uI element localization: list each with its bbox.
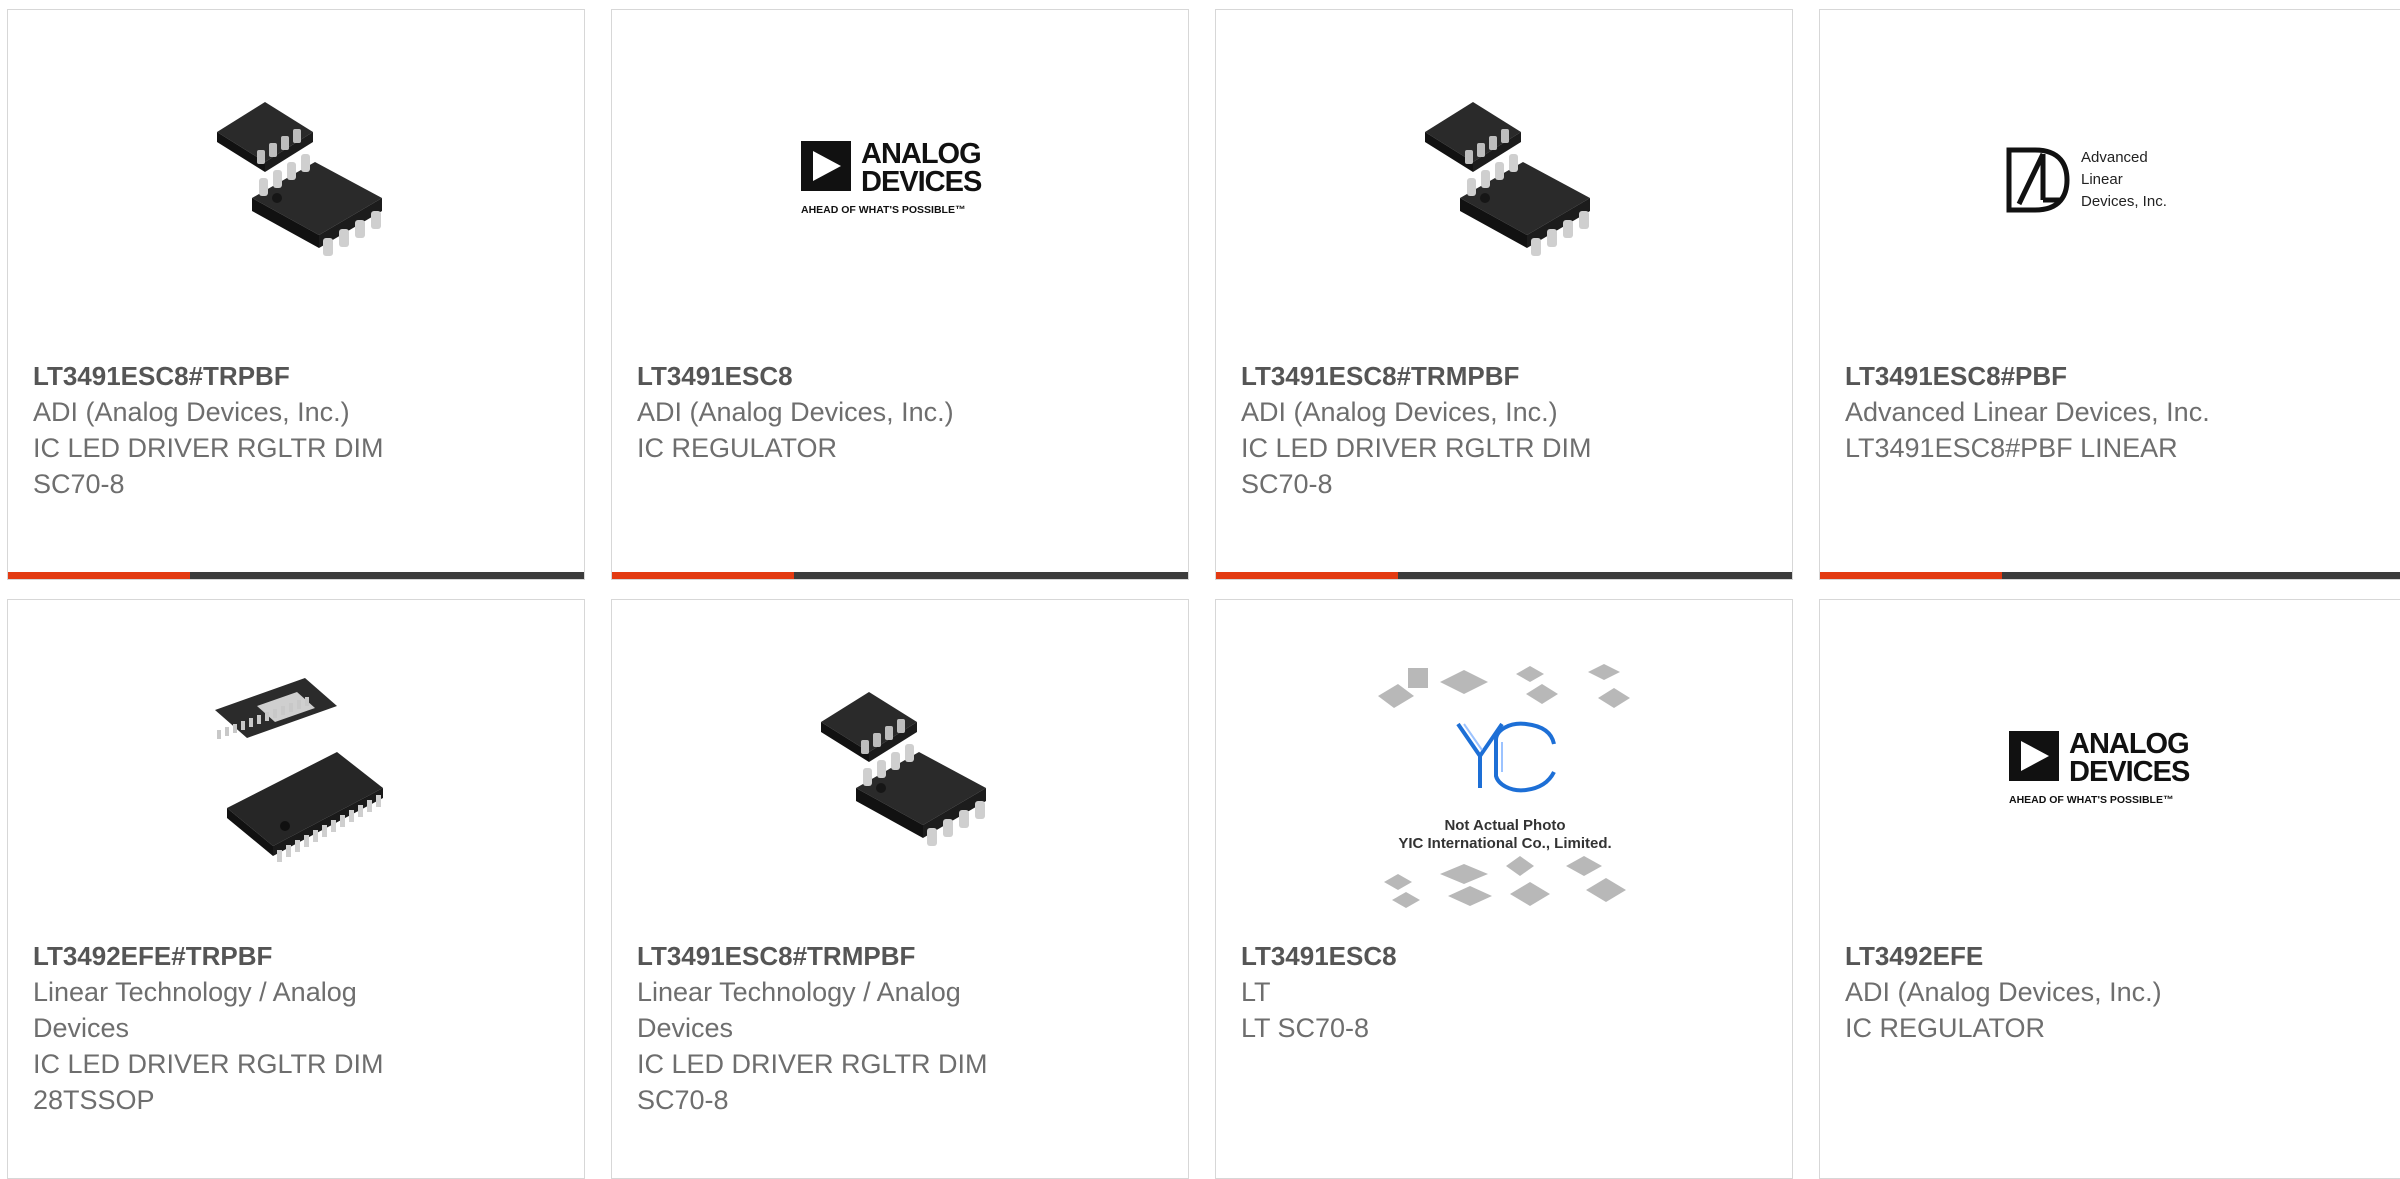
- svg-text:Advanced: Advanced: [2081, 149, 2148, 166]
- product-part-number[interactable]: LT3491ESC8#TRMPBF: [637, 938, 1163, 974]
- product-description: IC REGULATOR: [637, 433, 838, 463]
- product-grid: LT3491ESC8#TRPBF ADI (Analog Devices, In…: [0, 0, 2400, 1179]
- product-manufacturer: Advanced Linear Devices, Inc.: [1845, 397, 2210, 427]
- product-card[interactable]: Advanced Linear Devices, Inc. LT3491ESC8…: [1819, 9, 2400, 580]
- product-manufacturer: Linear Technology / Analog: [33, 977, 357, 1007]
- product-part-number[interactable]: LT3491ESC8#PBF: [1845, 358, 2375, 394]
- product-card[interactable]: ANALOG DEVICES AHEAD OF WHAT'S POSSIBLE™…: [611, 9, 1189, 580]
- soic8-package-icon: [821, 692, 986, 846]
- product-card[interactable]: LT3491ESC8#TRMPBF ADI (Analog Devices, I…: [1215, 9, 1793, 580]
- product-image: ANALOG DEVICES AHEAD OF WHAT'S POSSIBLE™: [792, 80, 1012, 280]
- svg-text:Not Actual Photo: Not Actual Photo: [1444, 817, 1565, 834]
- card-progress-accent: [612, 572, 794, 579]
- card-progress-accent: [8, 572, 190, 579]
- product-card[interactable]: LT3492EFE#TRPBF Linear Technology / Anal…: [7, 599, 585, 1179]
- product-part-number[interactable]: LT3491ESC8: [637, 358, 1163, 394]
- svg-text:AHEAD OF WHAT'S POSSIBLE™: AHEAD OF WHAT'S POSSIBLE™: [2009, 794, 2173, 806]
- card-progress-bar: [612, 572, 1188, 579]
- product-description: SC70-8: [33, 469, 125, 499]
- product-manufacturer: ADI (Analog Devices, Inc.): [1845, 977, 2162, 1007]
- product-description: IC LED DRIVER RGLTR DIM: [637, 1049, 988, 1079]
- product-part-number[interactable]: LT3492EFE#TRPBF: [33, 938, 559, 974]
- product-description: IC LED DRIVER RGLTR DIM: [33, 433, 384, 463]
- card-progress-bar: [8, 572, 584, 579]
- product-manufacturer: Devices: [33, 1013, 130, 1043]
- product-part-number[interactable]: LT3491ESC8#TRMPBF: [1241, 358, 1767, 394]
- analog-devices-logo: ANALOG DEVICES AHEAD OF WHAT'S POSSIBLE™: [801, 138, 983, 216]
- card-progress-accent: [1820, 572, 2002, 579]
- product-description: SC70-8: [637, 1085, 729, 1115]
- product-card[interactable]: LT3491ESC8#TRMPBF Linear Technology / An…: [611, 599, 1189, 1179]
- svg-text:DEVICES: DEVICES: [2069, 756, 2190, 788]
- product-description: IC REGULATOR: [1845, 1013, 2046, 1043]
- product-part-number[interactable]: LT3492EFE: [1845, 938, 2375, 974]
- product-image: Not Actual Photo YIC International Co., …: [1370, 660, 1640, 910]
- product-manufacturer: LT: [1241, 977, 1271, 1007]
- svg-text:YIC International Co., Limited: YIC International Co., Limited.: [1398, 835, 1611, 852]
- product-image: [197, 670, 397, 870]
- product-card[interactable]: ANALOG DEVICES AHEAD OF WHAT'S POSSIBLE™…: [1819, 599, 2400, 1179]
- product-image: ANALOG DEVICES AHEAD OF WHAT'S POSSIBLE™: [2000, 670, 2220, 870]
- product-card[interactable]: Not Actual Photo YIC International Co., …: [1215, 599, 1793, 1179]
- product-manufacturer: Linear Technology / Analog: [637, 977, 961, 1007]
- product-description: IC LED DRIVER RGLTR DIM: [33, 1049, 384, 1079]
- soic8-package-icon: [1425, 102, 1590, 256]
- product-image: [197, 80, 397, 280]
- soic8-package-icon: [217, 102, 382, 256]
- advanced-linear-devices-logo: Advanced Linear Devices, Inc.: [2006, 147, 2167, 213]
- product-part-number[interactable]: LT3491ESC8: [1241, 938, 1767, 974]
- card-progress-accent: [1216, 572, 1398, 579]
- yic-placeholder-image: Not Actual Photo YIC International Co., …: [1378, 664, 1630, 908]
- product-card[interactable]: LT3491ESC8#TRPBF ADI (Analog Devices, In…: [7, 9, 585, 580]
- product-manufacturer: ADI (Analog Devices, Inc.): [33, 397, 350, 427]
- card-progress-bar: [1820, 572, 2400, 579]
- product-description: LT3491ESC8#PBF LINEAR: [1845, 433, 2178, 463]
- svg-text:AHEAD OF WHAT'S POSSIBLE™: AHEAD OF WHAT'S POSSIBLE™: [801, 204, 965, 216]
- product-image: [1405, 80, 1605, 280]
- product-description: LT SC70-8: [1241, 1013, 1370, 1043]
- card-progress-bar: [1216, 572, 1792, 579]
- svg-text:Linear: Linear: [2081, 171, 2123, 188]
- product-manufacturer: Devices: [637, 1013, 734, 1043]
- product-image: Advanced Linear Devices, Inc.: [2000, 80, 2220, 280]
- product-description: SC70-8: [1241, 469, 1333, 499]
- product-manufacturer: ADI (Analog Devices, Inc.): [637, 397, 954, 427]
- product-part-number[interactable]: LT3491ESC8#TRPBF: [33, 358, 559, 394]
- svg-text:DEVICES: DEVICES: [861, 166, 982, 198]
- product-description: IC LED DRIVER RGLTR DIM: [1241, 433, 1592, 463]
- analog-devices-logo: ANALOG DEVICES AHEAD OF WHAT'S POSSIBLE™: [2009, 728, 2191, 806]
- product-manufacturer: ADI (Analog Devices, Inc.): [1241, 397, 1558, 427]
- svg-text:Devices, Inc.: Devices, Inc.: [2081, 193, 2167, 210]
- product-description: 28TSSOP: [33, 1085, 155, 1115]
- tssop-package-icon: [215, 678, 383, 862]
- product-image: [801, 670, 1001, 870]
